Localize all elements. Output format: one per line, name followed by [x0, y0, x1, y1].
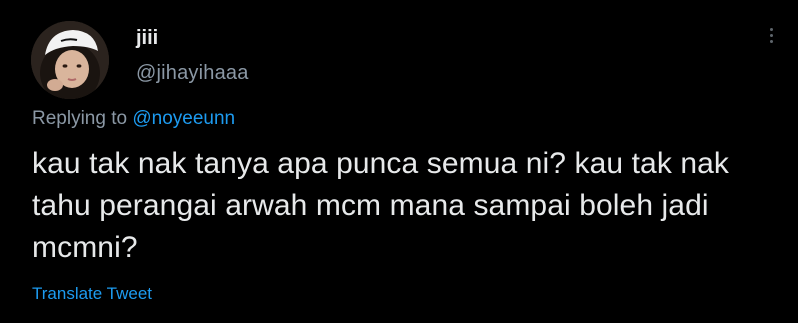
avatar[interactable]	[31, 21, 109, 99]
more-vertical-icon[interactable]	[764, 26, 778, 52]
translate-tweet-link[interactable]: Translate Tweet	[32, 283, 152, 305]
replying-prefix: Replying to	[32, 108, 128, 129]
avatar-image	[31, 21, 109, 99]
tweet-text: kau tak nak tanya apa punca semua ni? ka…	[32, 147, 730, 264]
display-name[interactable]: jiii	[136, 26, 158, 50]
user-handle[interactable]: @jihayihaaa	[136, 60, 249, 86]
tweet-card: jiii @jihayihaaa Replying to @noyeeunn k…	[0, 0, 798, 323]
replying-to-mention[interactable]: @noyeeunn	[132, 108, 235, 129]
replying-to-line: Replying to @noyeeunn	[32, 106, 235, 132]
